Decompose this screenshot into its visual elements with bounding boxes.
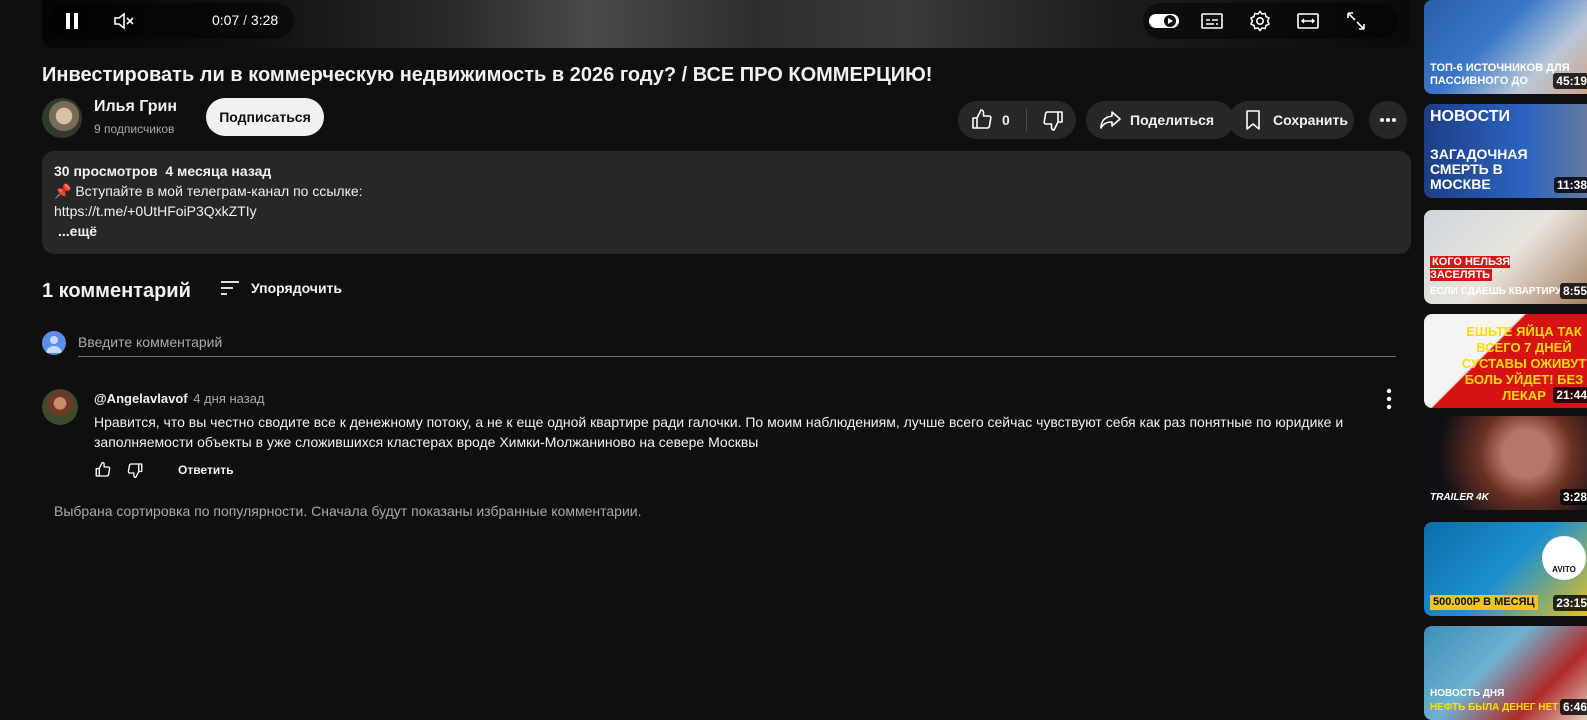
video-duration: 3:28: [1559, 489, 1587, 505]
related-video-thumbnail[interactable]: НОВОСТЬ ДНЯ НЕФТЬ БЫЛА ДЕНЕГ НЕТ 6:46: [1424, 626, 1587, 720]
sort-comments-button[interactable]: Упорядочить: [219, 277, 342, 299]
autoplay-toggle[interactable]: [1146, 3, 1182, 39]
sort-note: Выбрана сортировка по популярности. Снач…: [54, 503, 642, 519]
description-link[interactable]: https://t.me/+0UtHFoiP3QxkZTIy: [54, 201, 1399, 221]
share-icon: [1100, 111, 1121, 129]
user-avatar: [42, 331, 66, 355]
fullscreen-button[interactable]: [1338, 3, 1374, 39]
more-vertical-icon: [1386, 388, 1392, 410]
video-player[interactable]: 0:07 / 3:28: [42, 0, 1411, 48]
muted-speaker-icon: [114, 12, 134, 30]
thumbnail-text-top: НОВОСТИ: [1430, 108, 1511, 125]
avito-badge: AVITO: [1542, 536, 1586, 580]
thumbnail-text-2: ЕСЛИ СДАЕШЬ КВАРТИРУ: [1430, 286, 1562, 297]
comment-dislike-icon[interactable]: [126, 461, 144, 479]
related-video-thumbnail[interactable]: AVITO 500.000Р В МЕСЯЦ 23:15: [1424, 522, 1587, 616]
comment-header: @Angelavlavof 4 дня назад: [94, 391, 265, 406]
channel-name[interactable]: Илья Грин: [94, 98, 177, 116]
related-video-thumbnail[interactable]: НОВОСТИ ЗАГАДОЧНАЯ СМЕРТЬ В МОСКВЕ 11:38: [1424, 104, 1587, 198]
description-box[interactable]: 30 просмотров 4 месяца назад 📌 Вступайте…: [42, 151, 1411, 254]
more-horizontal-icon: [1380, 118, 1396, 122]
related-video-thumbnail[interactable]: КОГО НЕЛЬЗЯ ЗАСЕЛЯТЬ ЕСЛИ СДАЕШЬ КВАРТИР…: [1424, 210, 1587, 304]
user-icon: [46, 336, 62, 353]
upload-date: 4 месяца назад: [165, 163, 272, 179]
subtitles-button[interactable]: [1194, 3, 1230, 39]
bookmark-icon: [1246, 110, 1260, 130]
autoplay-toggle-icon: [1149, 14, 1179, 28]
thumbnail-text-2: НЕФТЬ БЫЛА ДЕНЕГ НЕТ: [1430, 702, 1559, 713]
comments-count: 1 комментарий: [42, 280, 191, 302]
like-button[interactable]: 0: [958, 101, 1010, 139]
current-time: 0:07: [212, 12, 240, 28]
gear-icon: [1250, 10, 1270, 32]
comment-text: Нравится, что вы честно сводите все к де…: [94, 414, 1344, 450]
thumbnail-text: ЗАГАДОЧНАЯ СМЕРТЬ В МОСКВЕ: [1430, 146, 1528, 192]
comment-like-icon[interactable]: [94, 461, 112, 479]
video-duration: 45:19: [1553, 73, 1587, 89]
comment-input[interactable]: [78, 328, 1396, 357]
thumbnail-text: 500.000Р В МЕСЯЦ: [1430, 595, 1538, 610]
show-more-button[interactable]: ...ещё: [54, 221, 1399, 241]
share-label: Поделиться: [1130, 112, 1215, 128]
subscribe-button[interactable]: Подписаться: [206, 98, 324, 136]
time-separator: /: [239, 12, 251, 28]
video-duration: 11:38: [1553, 177, 1587, 193]
save-button[interactable]: Сохранить: [1229, 101, 1354, 139]
comment-menu-button[interactable]: [1385, 388, 1393, 415]
comment-author-avatar[interactable]: [42, 389, 78, 425]
thumbs-down-icon: [1043, 111, 1063, 131]
pause-icon: [66, 13, 78, 29]
thumbs-up-icon: [972, 109, 992, 129]
subscriber-count: 9 подписчиков: [94, 122, 175, 136]
like-dislike-group: 0: [958, 101, 1076, 139]
view-count: 30 просмотров: [54, 163, 158, 179]
thumbnail-text: НОВОСТЬ ДНЯ: [1430, 688, 1505, 699]
video-title: Инвестировать ли в коммерческую недвижим…: [42, 64, 933, 86]
comment-author[interactable]: @Angelavlavof: [94, 391, 188, 406]
video-duration: 21:44: [1553, 387, 1587, 403]
reply-button[interactable]: Ответить: [178, 463, 233, 477]
subtitles-icon: [1201, 13, 1223, 29]
theater-mode-button[interactable]: [1290, 3, 1326, 39]
thumbnail-text: TRAILER 4K: [1430, 492, 1489, 503]
comment-actions: Ответить: [94, 461, 233, 479]
video-duration: 23:15: [1553, 595, 1587, 611]
time-display: 0:07 / 3:28: [212, 12, 278, 28]
thumbnail-text: КОГО НЕЛЬЗЯ ЗАСЕЛЯТЬ: [1430, 256, 1511, 281]
description-meta: 30 просмотров 4 месяца назад: [54, 161, 1399, 181]
more-actions-button[interactable]: [1369, 101, 1407, 139]
sort-label: Упорядочить: [251, 280, 343, 296]
like-count: 0: [1002, 112, 1010, 128]
fullscreen-icon: [1347, 12, 1365, 30]
video-duration: 6:46: [1559, 699, 1587, 715]
description-line: 📌 Вступайте в мой телеграм-канал по ссыл…: [54, 183, 363, 199]
duration: 3:28: [250, 12, 279, 28]
related-video-thumbnail[interactable]: ТОП-6 ИСТОЧНИКОВ ДЛЯ ПАССИВНОГО ДО 45:19: [1424, 0, 1587, 94]
settings-button[interactable]: [1242, 3, 1278, 39]
video-duration: 8:55: [1559, 283, 1587, 299]
theater-mode-icon: [1297, 13, 1319, 29]
related-video-thumbnail[interactable]: TRAILER 4K 3:28: [1424, 416, 1587, 510]
share-button[interactable]: Поделиться: [1086, 101, 1234, 139]
dislike-button[interactable]: [1027, 101, 1065, 139]
channel-avatar[interactable]: [42, 98, 82, 138]
sort-icon: [221, 281, 239, 295]
mute-button[interactable]: [106, 3, 142, 39]
pause-button[interactable]: [54, 3, 90, 39]
save-label: Сохранить: [1273, 112, 1348, 128]
comment-time[interactable]: 4 дня назад: [193, 391, 264, 406]
related-video-thumbnail[interactable]: ЕШЬТЕ ЯЙЦА ТАК ВСЕГО 7 ДНЕЙ СУСТАВЫ ОЖИВ…: [1424, 314, 1587, 408]
